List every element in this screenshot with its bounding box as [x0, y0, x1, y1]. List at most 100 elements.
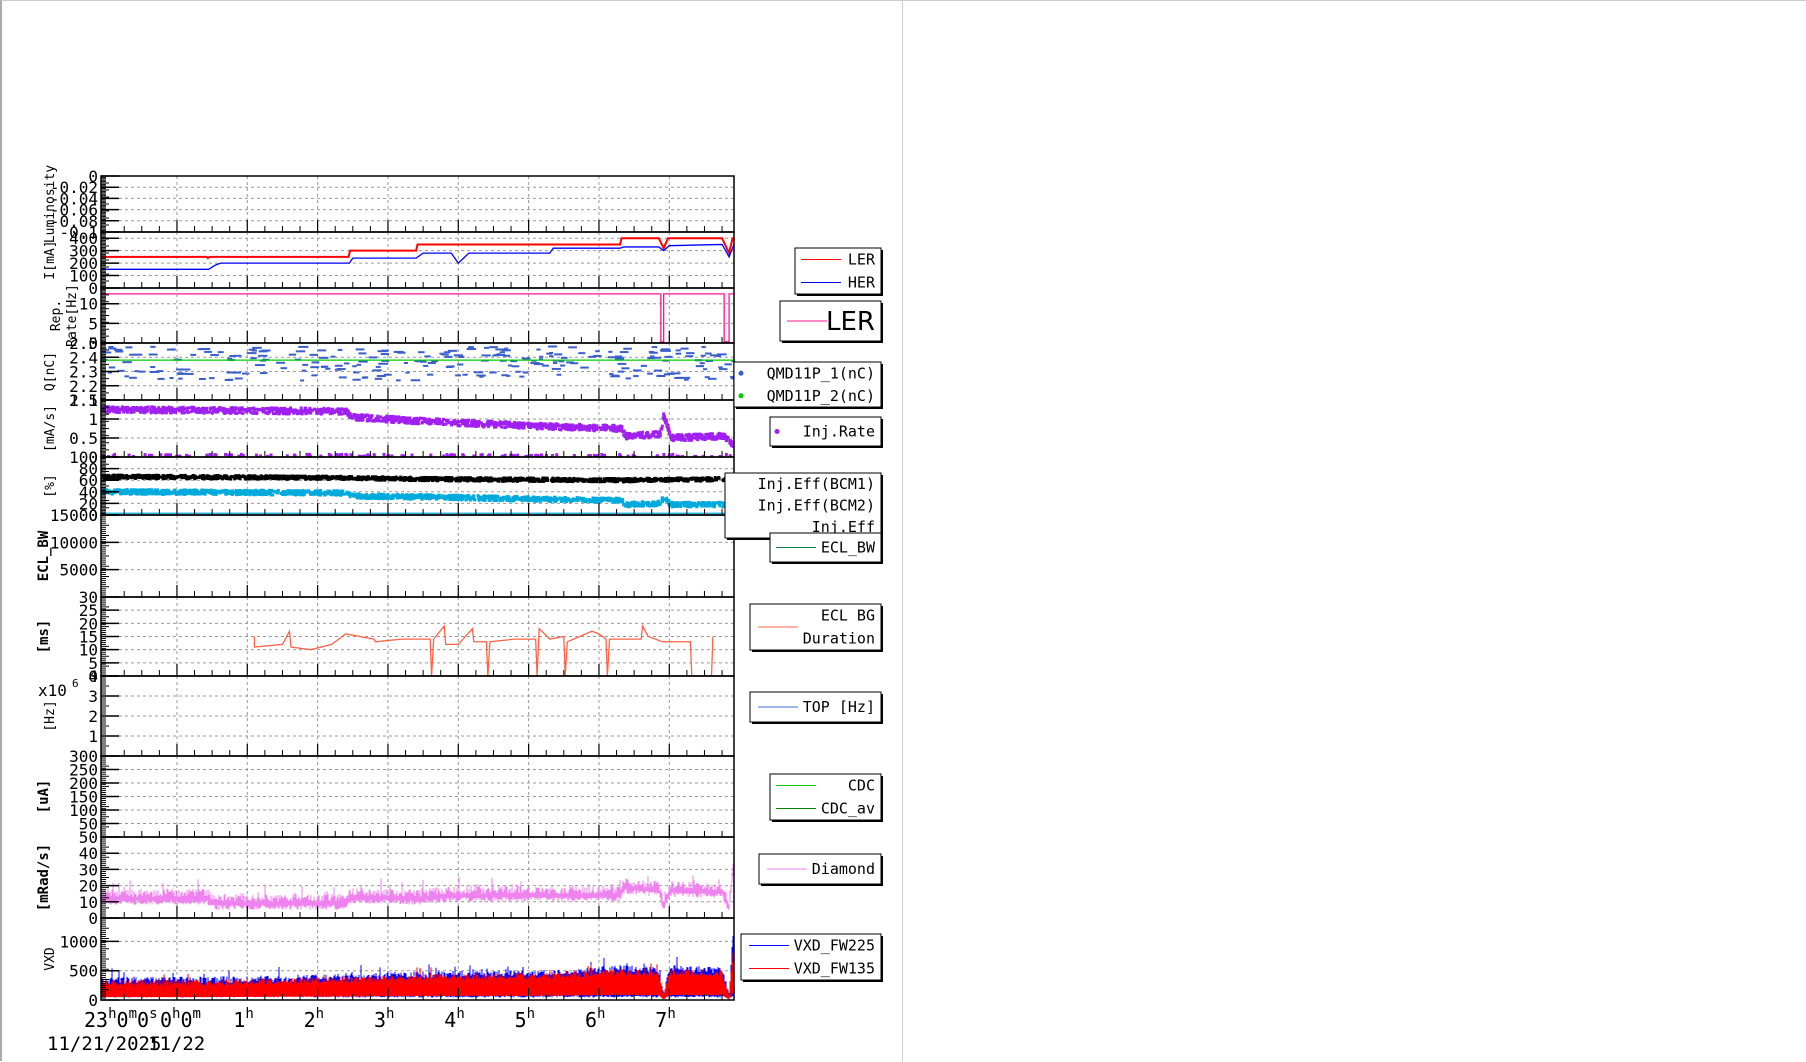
data-point — [633, 375, 639, 378]
data-point — [309, 408, 313, 412]
data-point — [519, 476, 523, 480]
data-point — [503, 426, 507, 430]
data-point — [504, 478, 508, 482]
data-point — [479, 375, 484, 378]
data-point — [651, 346, 658, 349]
data-point — [627, 434, 631, 438]
data-point — [700, 504, 704, 508]
data-point — [205, 453, 209, 457]
data-point — [545, 478, 549, 482]
y-tick-label: 400 — [69, 229, 98, 248]
data-point — [289, 409, 293, 413]
data-point — [658, 503, 662, 507]
data-point — [152, 491, 156, 495]
data-point — [511, 498, 515, 502]
data-point — [217, 406, 221, 410]
panel-frame — [100, 342, 735, 401]
data-point — [654, 356, 661, 359]
data-point — [622, 433, 626, 437]
data-point — [462, 373, 468, 376]
data-point — [135, 405, 139, 409]
data-point — [687, 437, 691, 441]
data-point — [234, 475, 238, 479]
data-point — [465, 420, 469, 424]
data-point — [537, 479, 541, 483]
data-point — [703, 368, 708, 371]
data-point — [173, 410, 177, 414]
panel-inj_eff: 020406080100[%] — [43, 448, 735, 525]
data-point — [325, 476, 329, 480]
y-tick-label: 1 — [88, 410, 98, 429]
data-point — [522, 424, 526, 428]
data-point — [706, 503, 710, 507]
data-point — [134, 353, 143, 356]
data-point — [360, 417, 364, 421]
data-point — [259, 372, 268, 375]
data-point — [592, 429, 596, 433]
data-point — [119, 475, 123, 479]
data-point — [455, 374, 462, 377]
data-point — [674, 376, 683, 379]
data-point — [259, 475, 263, 479]
data-point — [180, 408, 184, 412]
data-point — [569, 428, 573, 432]
data-point — [489, 346, 498, 349]
data-point — [281, 493, 285, 497]
data-point — [671, 439, 675, 443]
data-point — [356, 477, 360, 481]
data-point — [234, 407, 238, 411]
data-point — [380, 353, 390, 356]
data-point — [311, 361, 320, 364]
data-point — [232, 371, 241, 374]
data-point — [569, 425, 573, 429]
data-point — [680, 347, 689, 350]
data-point — [385, 414, 389, 418]
data-point — [406, 476, 410, 480]
data-point — [355, 413, 359, 417]
data-point — [625, 377, 632, 380]
data-point — [298, 345, 309, 348]
data-point — [115, 350, 124, 353]
data-point — [378, 362, 389, 365]
data-point — [322, 406, 326, 410]
data-point — [330, 355, 336, 358]
data-point — [553, 361, 558, 364]
data-point — [298, 410, 302, 414]
data-point — [483, 346, 490, 349]
data-point — [255, 412, 259, 416]
data-point — [611, 477, 615, 481]
data-point — [660, 427, 664, 431]
data-point — [607, 425, 611, 429]
data-point — [395, 495, 399, 499]
data-point — [234, 377, 243, 380]
series-line-LER — [101, 237, 734, 260]
data-point — [548, 345, 558, 348]
data-point — [422, 479, 426, 483]
data-point — [420, 360, 427, 363]
data-point — [497, 478, 501, 482]
data-point — [200, 348, 211, 351]
data-point — [588, 355, 597, 358]
data-point — [599, 477, 603, 481]
data-point — [208, 452, 212, 456]
data-point — [177, 474, 181, 478]
data-point — [264, 411, 268, 415]
data-point — [388, 417, 392, 421]
data-point — [627, 479, 631, 483]
data-point — [729, 440, 733, 444]
data-point — [549, 355, 554, 358]
data-point — [380, 477, 384, 481]
data-point — [554, 477, 558, 481]
data-point — [666, 423, 670, 427]
data-point — [595, 350, 600, 353]
data-point — [231, 475, 235, 479]
data-point — [549, 500, 553, 504]
data-point — [423, 364, 429, 367]
data-point — [128, 407, 132, 411]
data-point — [173, 488, 177, 492]
data-point — [619, 351, 629, 354]
data-point — [223, 407, 227, 411]
data-point — [729, 444, 733, 448]
data-point — [250, 357, 257, 360]
data-point — [134, 370, 139, 373]
